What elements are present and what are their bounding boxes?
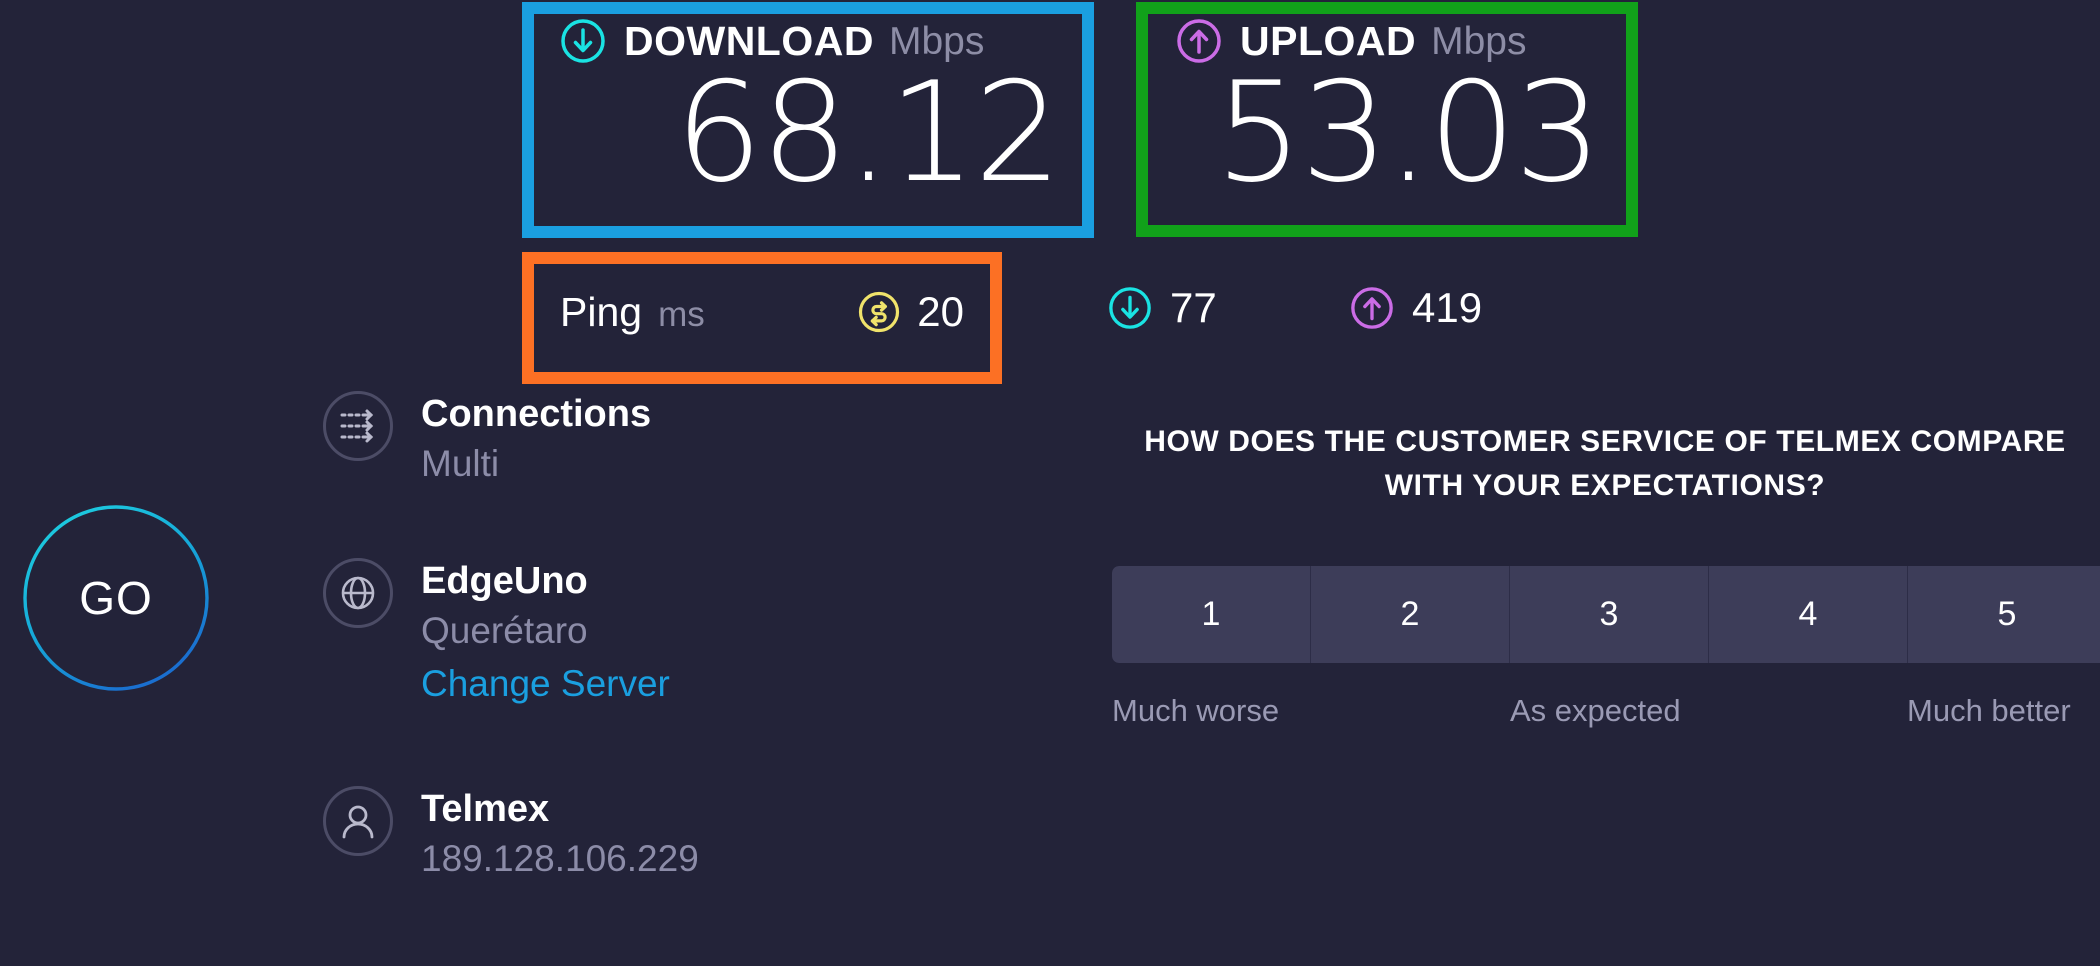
upload-arrow-icon (1351, 287, 1393, 329)
survey-question: HOW DOES THE CUSTOMER SERVICE OF TELMEX … (1144, 425, 2066, 502)
isp-row: Telmex 189.128.106.229 (322, 785, 699, 885)
isp-ip-address: 189.128.106.229 (421, 837, 699, 879)
connections-icon (322, 390, 394, 462)
connections-title: Connections (421, 393, 652, 435)
server-text: EdgeUno Querétaro Change Server (421, 557, 670, 711)
download-arrow-icon (1109, 287, 1151, 329)
rating-option-1[interactable]: 1 (1112, 566, 1311, 663)
rating-option-5[interactable]: 5 (1908, 566, 2100, 663)
connections-text: Connections Multi (421, 390, 651, 490)
ping-highlight-box (522, 252, 1002, 384)
person-icon (322, 785, 394, 857)
upload-highlight-box (1136, 2, 1638, 237)
connections-value: Multi (421, 442, 500, 484)
server-name: EdgeUno (421, 560, 588, 602)
globe-icon (322, 557, 394, 629)
server-location: Querétaro (421, 609, 588, 651)
download-highlight-box (522, 2, 1094, 238)
survey-rating-scale[interactable]: 1 2 3 4 5 (1112, 566, 2100, 663)
scale-label-mid: As expected (1510, 693, 1681, 728)
download-latency: 77 (1108, 284, 1217, 332)
go-button[interactable]: GO (22, 504, 210, 692)
scale-label-high: Much better (1907, 693, 2071, 728)
survey-section: HOW DOES THE CUSTOMER SERVICE OF TELMEX … (1110, 420, 2100, 507)
go-button-label: GO (79, 572, 153, 624)
isp-text: Telmex 189.128.106.229 (421, 785, 699, 885)
survey-scale-labels: Much worse As expected Much better (1112, 693, 2100, 733)
download-latency-value: 77 (1170, 284, 1217, 331)
connections-row: Connections Multi (322, 390, 651, 490)
server-row: EdgeUno Querétaro Change Server (322, 557, 670, 711)
rating-option-2[interactable]: 2 (1311, 566, 1510, 663)
rating-option-4[interactable]: 4 (1709, 566, 1908, 663)
isp-name: Telmex (421, 788, 550, 830)
upload-latency: 419 (1350, 284, 1482, 332)
scale-label-low: Much worse (1112, 693, 1280, 728)
change-server-link[interactable]: Change Server (421, 657, 670, 711)
speedtest-results-screen: DOWNLOAD Mbps 68.12 UPLOAD Mbps 53.03 Pi… (0, 0, 2100, 966)
rating-option-3[interactable]: 3 (1510, 566, 1709, 663)
upload-latency-value: 419 (1412, 284, 1483, 331)
